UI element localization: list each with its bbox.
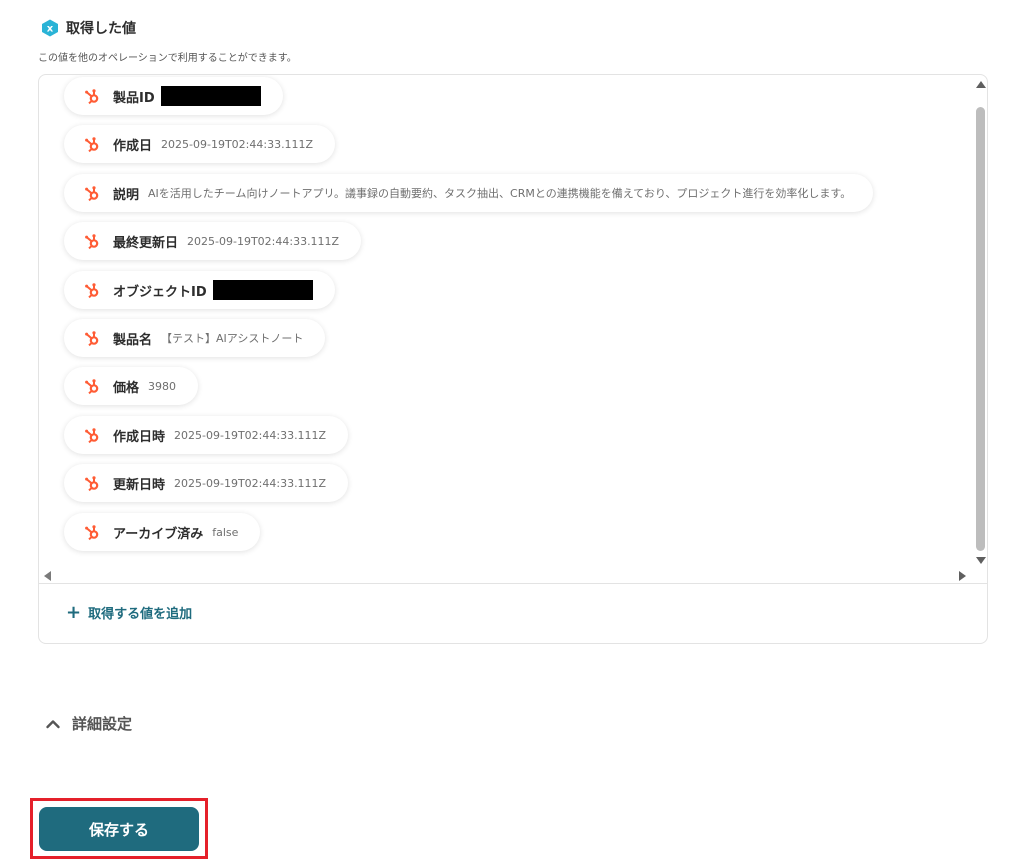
hubspot-icon [85, 282, 99, 298]
value-label: 製品ID [113, 90, 155, 106]
value-text: 3980 [148, 379, 177, 393]
value-text: false [212, 525, 239, 539]
vertical-scrollbar[interactable] [973, 75, 989, 569]
hubspot-icon [85, 524, 99, 540]
value-label: 作成日 [113, 138, 153, 154]
add-value-label: 取得する値を追加 [88, 607, 193, 622]
plus-icon: + [66, 601, 82, 623]
panel-divider [39, 583, 987, 584]
redacted-value [212, 280, 313, 300]
redacted-value [160, 86, 261, 106]
value-chip-product-name[interactable]: 製品名 【テスト】AIアシストノート [64, 319, 326, 357]
hubspot-icon [85, 427, 99, 443]
value-list: 製品ID 作成日 2025-09-19T02:44:33.111Z 説明 AIを… [39, 75, 973, 569]
scroll-up-arrow-icon[interactable] [976, 81, 986, 88]
value-chip-product-id[interactable]: 製品ID [64, 77, 283, 115]
scroll-down-arrow-icon[interactable] [976, 557, 986, 564]
value-label: 製品名 [113, 332, 153, 348]
hubspot-icon [85, 136, 99, 152]
horizontal-scrollbar[interactable] [39, 569, 973, 583]
section-title: 取得した値 [66, 21, 136, 37]
value-text: 【テスト】AIアシストノート [161, 332, 304, 345]
section-header: x 取得した値 [40, 18, 136, 38]
value-chip-updated-datetime[interactable]: 更新日時 2025-09-19T02:44:33.111Z [64, 464, 349, 502]
value-chip-created-date[interactable]: 作成日 2025-09-19T02:44:33.111Z [64, 125, 336, 163]
hubspot-icon [85, 185, 99, 201]
value-label: 価格 [113, 380, 140, 396]
vertical-scroll-thumb[interactable] [976, 107, 985, 551]
value-chip-price[interactable]: 価格 3980 [64, 367, 199, 405]
value-label: 更新日時 [113, 477, 166, 493]
value-text: 2025-09-19T02:44:33.111Z [161, 137, 314, 151]
chevron-up-icon [46, 719, 60, 728]
value-label: 作成日時 [113, 429, 166, 445]
value-chip-last-updated[interactable]: 最終更新日 2025-09-19T02:44:33.111Z [64, 222, 362, 260]
yoom-x-badge-icon: x [42, 19, 58, 37]
value-label: 最終更新日 [113, 235, 179, 251]
scroll-left-arrow-icon[interactable] [44, 571, 51, 581]
value-text: 2025-09-19T02:44:33.111Z [187, 234, 340, 248]
hubspot-icon [85, 378, 99, 394]
value-chip-object-id[interactable]: オブジェクトID [64, 271, 335, 309]
value-label: 説明 [113, 187, 140, 203]
value-text: 2025-09-19T02:44:33.111Z [174, 476, 327, 490]
value-chip-created-datetime[interactable]: 作成日時 2025-09-19T02:44:33.111Z [64, 416, 349, 454]
value-chip-description[interactable]: 説明 AIを活用したチーム向けノートアプリ。議事録の自動要約、タスク抽出、CRM… [64, 174, 874, 212]
advanced-settings-label: 詳細設定 [72, 715, 133, 733]
svg-text:x: x [47, 24, 54, 35]
section-subtitle: この値を他のオペレーションで利用することができます。 [38, 53, 297, 64]
hubspot-icon [85, 233, 99, 249]
value-text: 2025-09-19T02:44:33.111Z [174, 428, 327, 442]
scroll-right-arrow-icon[interactable] [959, 571, 966, 581]
hubspot-icon [85, 330, 99, 346]
hubspot-icon [85, 88, 99, 104]
advanced-settings-toggle[interactable]: 詳細設定 [44, 713, 132, 734]
save-button[interactable]: 保存する [39, 807, 199, 851]
value-label: アーカイブ済み [113, 526, 204, 542]
value-label: オブジェクトID [113, 284, 207, 300]
value-chip-archived[interactable]: アーカイブ済み false [64, 513, 261, 551]
add-value-button[interactable]: + 取得する値を追加 [66, 603, 192, 622]
retrieved-values-panel: 製品ID 作成日 2025-09-19T02:44:33.111Z 説明 AIを… [38, 74, 988, 644]
hubspot-icon [85, 475, 99, 491]
value-text: AIを活用したチーム向けノートアプリ。議事録の自動要約、タスク抽出、CRMとの連… [148, 187, 852, 200]
